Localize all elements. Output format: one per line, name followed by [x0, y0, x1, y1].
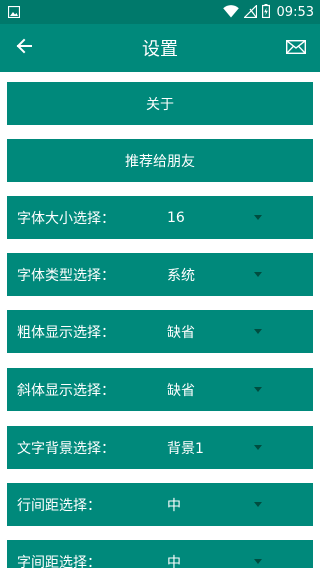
setting-label: 行间距选择：: [17, 497, 101, 514]
status-time: 09:53: [276, 4, 314, 20]
setting-label: 字间距选择：: [17, 554, 101, 568]
dropdown-arrow-icon: [254, 215, 262, 220]
battery-charging-icon: [261, 3, 270, 22]
setting-label: 字体大小选择：: [17, 210, 115, 227]
dropdown-arrow-icon: [254, 445, 262, 450]
setting-label: 文字背景选择：: [17, 440, 115, 457]
dropdown-arrow-icon: [254, 387, 262, 392]
image-notification-icon: [7, 3, 21, 22]
dropdown-arrow-icon: [254, 502, 262, 507]
wifi-icon: [222, 3, 239, 22]
line-spacing-select[interactable]: 行间距选择： 中: [7, 483, 313, 526]
status-bar: 09:53: [0, 0, 320, 24]
letter-spacing-select[interactable]: 字间距选择： 中: [7, 540, 313, 568]
about-button[interactable]: 关于: [7, 82, 313, 125]
text-background-select[interactable]: 文字背景选择： 背景1: [7, 426, 313, 469]
setting-label: 字体类型选择：: [17, 267, 115, 284]
setting-value: 缺省: [167, 382, 195, 399]
back-arrow-icon: [16, 38, 32, 58]
setting-value: 系统: [167, 267, 195, 284]
no-signal-icon: [242, 3, 257, 22]
italic-select[interactable]: 斜体显示选择： 缺省: [7, 368, 313, 411]
dropdown-arrow-icon: [254, 559, 262, 564]
font-type-select[interactable]: 字体类型选择： 系统: [7, 253, 313, 296]
mail-button[interactable]: [272, 24, 320, 72]
dropdown-arrow-icon: [254, 329, 262, 334]
dropdown-arrow-icon: [254, 272, 262, 277]
bold-select[interactable]: 粗体显示选择： 缺省: [7, 310, 313, 353]
font-size-select[interactable]: 字体大小选择： 16: [7, 196, 313, 239]
back-button[interactable]: [0, 24, 48, 72]
setting-value: 16: [167, 209, 185, 226]
setting-value: 中: [167, 554, 181, 568]
setting-value: 中: [167, 497, 181, 514]
setting-label: 粗体显示选择：: [17, 324, 115, 341]
setting-value: 缺省: [167, 324, 195, 341]
settings-list: 关于 推荐给朋友 字体大小选择： 16 字体类型选择： 系统 粗体显示选择： 缺…: [0, 72, 320, 568]
setting-label: 斜体显示选择：: [17, 382, 115, 399]
setting-value: 背景1: [167, 440, 204, 457]
recommend-button[interactable]: 推荐给朋友: [7, 139, 313, 182]
app-bar: 设置: [0, 24, 320, 72]
mail-icon: [285, 39, 307, 58]
